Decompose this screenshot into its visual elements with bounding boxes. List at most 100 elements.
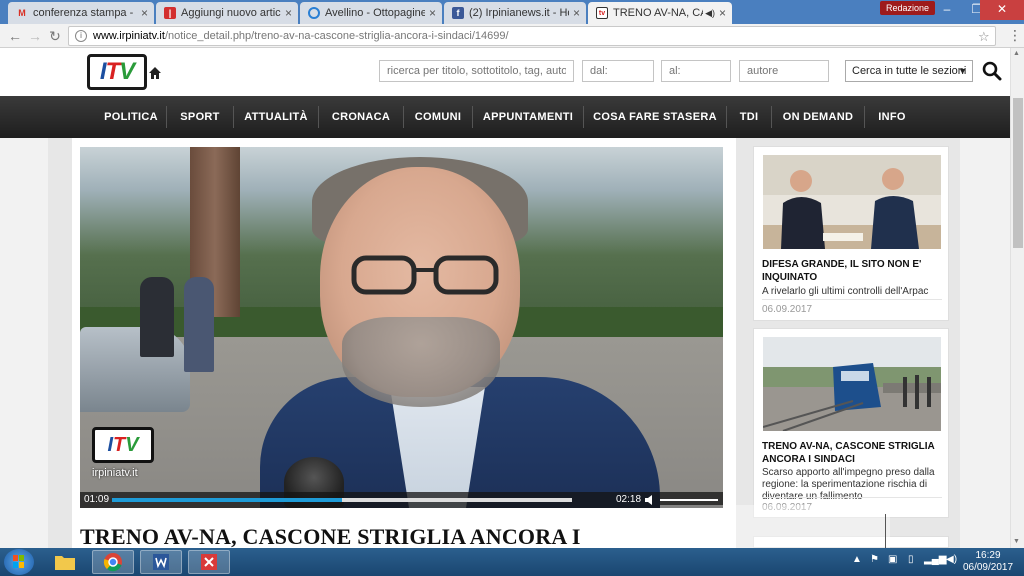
- browser-tab-label: TRENO AV-NA, CASCO: [613, 7, 703, 19]
- nav-item-on-demand[interactable]: ON DEMAND: [772, 96, 864, 138]
- scrollbar-thumb[interactable]: [1013, 98, 1023, 248]
- video-bystander: [140, 277, 174, 357]
- taskbar-chrome[interactable]: [92, 550, 134, 574]
- profile-badge[interactable]: Redazione: [880, 1, 936, 15]
- video-player[interactable]: ITV irpiniatv.it: [80, 147, 723, 508]
- browser-tab-label: Aggiungi nuovo articolo: [181, 7, 281, 19]
- video-speaker-glasses: [351, 255, 499, 295]
- home-icon[interactable]: [148, 66, 162, 80]
- logo-letter: V: [125, 433, 139, 456]
- search-icon[interactable]: [982, 61, 1002, 81]
- site-info-icon[interactable]: i: [75, 30, 87, 42]
- nav-item-attualita[interactable]: ATTUALITÀ: [234, 96, 318, 138]
- search-scope-value: Cerca in tutte le sezioni: [852, 65, 967, 77]
- site-header: ITV Cerca in tutte le sezioni ▼: [0, 48, 1010, 96]
- nav-item-sport[interactable]: SPORT: [167, 96, 233, 138]
- search-input[interactable]: [379, 60, 574, 82]
- volume-slider[interactable]: [660, 499, 718, 501]
- itv-icon: tv: [596, 7, 608, 19]
- word-icon: [153, 554, 169, 570]
- taskbar-word[interactable]: [140, 550, 182, 574]
- url-host: www.irpiniatv.it: [93, 30, 165, 42]
- bookmark-star-icon[interactable]: ☆: [978, 29, 990, 45]
- close-tab-icon[interactable]: ×: [141, 6, 148, 20]
- article-icon: |: [164, 7, 176, 19]
- browser-tab-label: conferenza stampa - red: [33, 7, 137, 19]
- red-app-icon: [201, 554, 217, 570]
- windows-logo-icon: [13, 555, 24, 568]
- clock-time: 16:29: [975, 550, 1001, 561]
- browser-tab-5[interactable]: tv TRENO AV-NA, CASCO ◀) ×: [588, 2, 732, 24]
- search-scope-select[interactable]: Cerca in tutte le sezioni ▼: [845, 60, 973, 82]
- close-window-icon[interactable]: ✕: [980, 0, 1024, 20]
- video-elapsed-time: 01:09: [84, 494, 110, 505]
- back-icon[interactable]: ←: [6, 27, 24, 45]
- tray-network-icon[interactable]: ▂▄▆: [924, 554, 946, 565]
- chevron-down-icon: ▼: [958, 66, 967, 76]
- sidebar-article-image[interactable]: [763, 155, 941, 249]
- browser-tab-3[interactable]: Avellino - Ottopagine.it ×: [300, 2, 442, 24]
- tray-security-icon[interactable]: ⚑: [870, 554, 879, 565]
- tray-device-icon[interactable]: ▯: [908, 554, 914, 565]
- nav-item-cosa-fare-stasera[interactable]: COSA FARE STASERA: [584, 96, 726, 138]
- tray-volume-icon[interactable]: ◀): [946, 554, 957, 565]
- speaker-icon[interactable]: ◀): [705, 8, 715, 19]
- nav-item-cronaca[interactable]: CRONACA: [319, 96, 403, 138]
- url-field[interactable]: i www.irpiniatv.it/notice_detail.php/tre…: [68, 26, 996, 46]
- page-scrollbar[interactable]: ▲ ▼: [1010, 48, 1024, 548]
- scroll-up-icon[interactable]: ▲: [1013, 50, 1020, 57]
- folder-icon: [55, 556, 75, 570]
- close-tab-icon[interactable]: ×: [573, 6, 580, 20]
- video-watermark-logo: ITV: [92, 427, 154, 463]
- scroll-down-icon[interactable]: ▼: [1013, 538, 1020, 545]
- card-divider: [762, 299, 942, 300]
- forward-icon[interactable]: →: [26, 27, 44, 45]
- browser-tab-4[interactable]: f (2) Irpinianews.it - Home ×: [444, 2, 586, 24]
- video-seek-bar[interactable]: [112, 498, 572, 502]
- nav-item-politica[interactable]: POLITICA: [96, 96, 166, 138]
- date-from-field[interactable]: [582, 60, 654, 82]
- nav-item-tdi[interactable]: TDI: [727, 96, 771, 138]
- close-tab-icon[interactable]: ×: [429, 6, 436, 20]
- facebook-icon: f: [452, 7, 464, 19]
- taskbar-app[interactable]: [188, 550, 230, 574]
- minimize-icon[interactable]: –: [932, 0, 962, 20]
- nav-item-info[interactable]: INFO: [865, 96, 919, 138]
- main-nav: POLITICA SPORT ATTUALITÀ CRONACA COMUNI …: [0, 96, 1010, 138]
- video-speaker-beard: [342, 317, 500, 407]
- author-field[interactable]: [739, 60, 829, 82]
- nav-item-appuntamenti[interactable]: APPUNTAMENTI: [473, 96, 583, 138]
- sidebar-article-title[interactable]: DIFESA GRANDE, IL SITO NON E' INQUINATO: [762, 258, 944, 284]
- sidebar-article-date: 06.09.2017: [762, 304, 813, 315]
- sidebar-article-title[interactable]: TRENO AV-NA, CASCONE STRIGLIA ANCORA I S…: [762, 440, 944, 466]
- reload-icon[interactable]: ↻: [46, 27, 64, 45]
- chrome-icon: [103, 553, 122, 572]
- ottopagine-icon: [308, 7, 320, 19]
- sidebar-article-card[interactable]: TRENO AV-NA, CASCONE STRIGLIA ANCORA I S…: [753, 328, 949, 518]
- taskbar-explorer[interactable]: [44, 550, 86, 574]
- browser-tab-2[interactable]: | Aggiungi nuovo articolo ×: [156, 2, 298, 24]
- clock-date: 06/09/2017: [962, 562, 1014, 573]
- video-progress-fill: [112, 498, 342, 502]
- sidebar-article-card[interactable]: DIFESA GRANDE, IL SITO NON E' INQUINATO …: [753, 146, 949, 321]
- close-tab-icon[interactable]: ×: [719, 6, 726, 20]
- date-to-field[interactable]: [661, 60, 731, 82]
- taskbar-clock[interactable]: 16:29 06/09/2017: [962, 550, 1014, 574]
- address-bar: ← → ↻ i www.irpiniatv.it/notice_detail.p…: [0, 24, 1024, 48]
- video-watermark-text: irpiniatv.it: [92, 467, 138, 479]
- browser-tab-1[interactable]: M conferenza stampa - red ×: [8, 2, 154, 24]
- nav-item-comuni[interactable]: COMUNI: [404, 96, 472, 138]
- tray-app-icon[interactable]: ▣: [888, 554, 897, 565]
- tray-expand-icon[interactable]: ▲: [852, 554, 862, 565]
- browser-menu-icon[interactable]: ⋮: [1008, 28, 1022, 42]
- video-controls: 01:09 02:18: [80, 492, 723, 508]
- sidebar-photo-train: [763, 337, 941, 431]
- start-button[interactable]: [4, 549, 34, 575]
- sidebar-article-image[interactable]: [763, 337, 941, 431]
- site-logo[interactable]: ITV: [87, 54, 147, 90]
- browser-tab-label: (2) Irpinianews.it - Home: [469, 7, 569, 19]
- logo-letter: T: [113, 433, 126, 456]
- video-duration: 02:18: [616, 494, 642, 505]
- volume-icon[interactable]: [644, 494, 656, 506]
- close-tab-icon[interactable]: ×: [285, 6, 292, 20]
